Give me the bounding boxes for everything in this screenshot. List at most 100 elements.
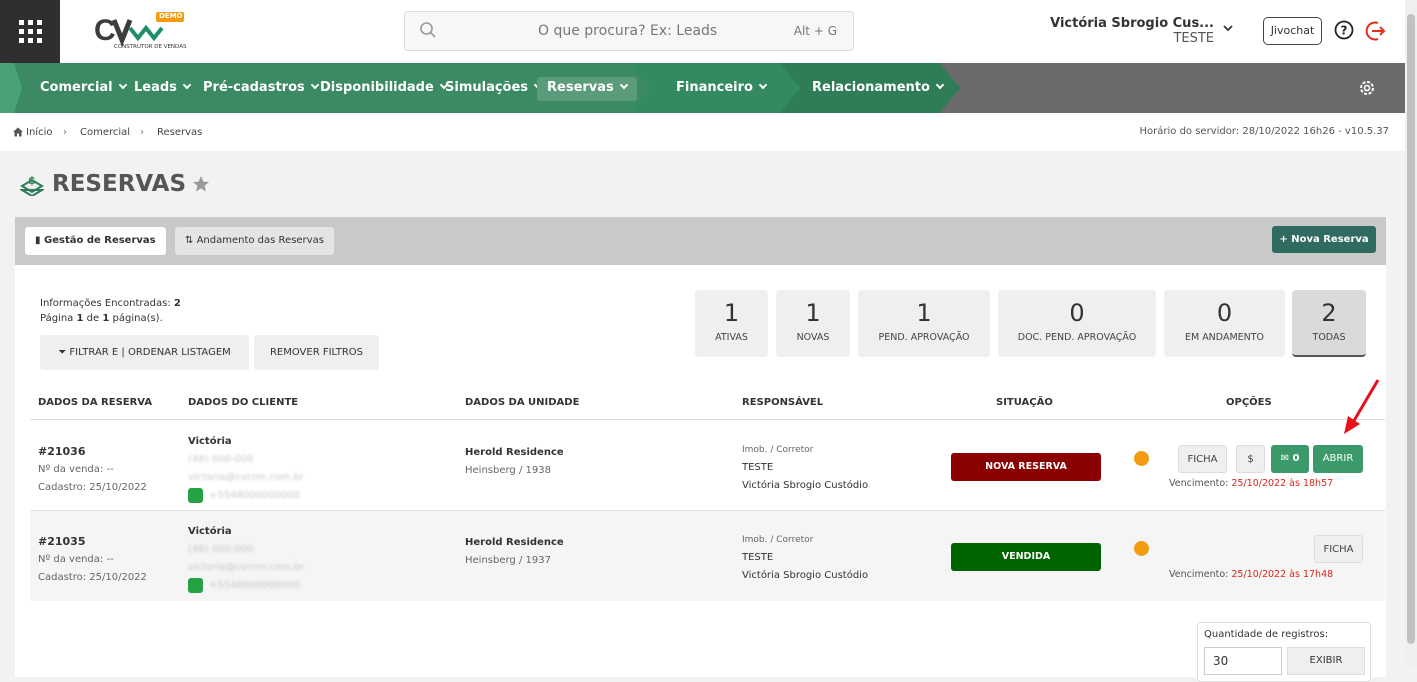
card-todas[interactable]: 2 TODAS xyxy=(1292,290,1366,357)
user-menu[interactable]: Victória Sbrogio Cus... TESTE xyxy=(1050,16,1214,46)
card-value: 2 xyxy=(1321,299,1337,327)
card-label: NOVAS xyxy=(796,332,830,343)
whatsapp-icon[interactable] xyxy=(188,487,203,503)
chat-button[interactable]: ✉ 0 xyxy=(1271,445,1309,473)
client-email: victoria@cvcrm.com.br xyxy=(188,472,305,483)
client-email: victoria@cvcrm.com.br xyxy=(188,562,305,573)
chevron-down-icon xyxy=(619,80,629,90)
breadcrumb-home[interactable]: Início xyxy=(26,127,52,138)
search-placeholder: O que procura? Ex: Leads xyxy=(538,23,718,39)
card-novas[interactable]: 1 NOVAS xyxy=(776,290,850,357)
logo-text: CV xyxy=(92,10,93,11)
scrollbar[interactable] xyxy=(1405,0,1417,668)
nav-leads[interactable]: Leads xyxy=(134,77,192,101)
reservation-id[interactable]: #21035 xyxy=(38,533,147,551)
search-icon xyxy=(420,22,436,38)
nav-financeiro[interactable]: Financeiro xyxy=(676,77,768,101)
logout-icon[interactable] xyxy=(1365,20,1387,42)
nav-comercial[interactable]: Comercial xyxy=(40,77,127,101)
button-label: FILTRAR E | ORDENAR LISTAGEM xyxy=(69,347,231,358)
ficha-button[interactable]: FICHA xyxy=(1178,445,1227,473)
unit-detail: Heinsberg / 1937 xyxy=(465,555,551,566)
col-opcoes: OPÇÕES xyxy=(1226,397,1272,408)
page-prefix: Página xyxy=(40,313,74,324)
nav-relacionamento[interactable]: Relacionamento xyxy=(812,77,945,101)
found-label: Informações Encontradas: xyxy=(40,298,171,309)
star-icon[interactable] xyxy=(192,175,210,193)
nav-simulacoes[interactable]: Simulações xyxy=(445,77,543,101)
user-role: TESTE xyxy=(1173,31,1214,46)
card-ativas[interactable]: 1 ATIVAS xyxy=(695,290,768,357)
nav-label: Disponibilidade xyxy=(320,80,434,95)
home-icon[interactable] xyxy=(13,127,23,140)
tab-gestao-reservas[interactable]: ▮ Gestão de Reservas xyxy=(25,227,166,255)
remove-filters-button[interactable]: REMOVER FILTROS xyxy=(254,335,379,370)
tab-label: Gestão de Reservas xyxy=(44,235,156,246)
svg-text:$: $ xyxy=(28,174,36,187)
breadcrumb-separator-icon: › xyxy=(140,127,144,138)
table-row: #21035 Nº da venda: -- Cadastro: 25/10/2… xyxy=(30,511,1385,601)
chevron-down-icon xyxy=(118,80,127,90)
filter-button[interactable]: ⏷ FILTRAR E | ORDENAR LISTAGEM xyxy=(40,335,249,370)
table-row: #21036 Nº da venda: -- Cadastro: 25/10/2… xyxy=(30,421,1385,511)
page-suffix: página(s). xyxy=(112,313,163,324)
open-button[interactable]: ABRIR xyxy=(1313,445,1363,473)
jivochat-button[interactable]: Jivochat xyxy=(1263,17,1322,45)
card-doc-pend-aprovacao[interactable]: 0 DOC. PEND. APROVAÇÃO xyxy=(998,290,1156,357)
breadcrumb-separator-icon: › xyxy=(63,127,67,138)
comments-icon: ✉ xyxy=(1280,453,1289,464)
logo-badge: DEMO xyxy=(159,12,183,20)
nav-pre-cadastros[interactable]: Pré-cadastros xyxy=(203,77,319,101)
reservation-id[interactable]: #21036 xyxy=(38,443,147,461)
page-total: 1 xyxy=(102,313,110,324)
client-whatsapp: +5548000000000 xyxy=(209,490,301,501)
chevron-down-icon xyxy=(935,80,945,90)
card-em-andamento[interactable]: 0 EM ANDAMENTO xyxy=(1164,290,1285,357)
resp-imob: TESTE xyxy=(742,552,774,563)
col-cliente: DADOS DO CLIENTE xyxy=(188,397,299,408)
due-date: Vencimento: 25/10/2022 às 17h48 xyxy=(1169,569,1333,580)
new-reservation-button[interactable]: + Nova Reserva xyxy=(1272,226,1376,253)
scrollbar-thumb[interactable] xyxy=(1407,14,1415,644)
card-label: DOC. PEND. APROVAÇÃO xyxy=(1017,332,1137,343)
resp-label: Imob. / Corretor xyxy=(742,445,814,455)
red-arrow-annotation xyxy=(1344,379,1380,434)
resp-imob: TESTE xyxy=(742,462,774,473)
money-button[interactable]: $ xyxy=(1236,445,1265,473)
apps-menu-button[interactable] xyxy=(0,0,60,63)
status-badge: NOVA RESERVA xyxy=(951,453,1101,481)
panel-tabs: ▮ Gestão de Reservas ⇅ Andamento das Res… xyxy=(15,217,1386,265)
status-badge: VENDIDA xyxy=(951,543,1101,571)
ficha-button[interactable]: FICHA xyxy=(1314,535,1363,563)
gear-icon[interactable] xyxy=(1357,78,1377,98)
breadcrumb-reservas: Reservas xyxy=(157,127,203,138)
due-value: 25/10/2022 às 18h57 xyxy=(1231,478,1334,489)
page-mid: de xyxy=(86,313,100,324)
col-situacao: SITUAÇÃO xyxy=(996,397,1053,408)
client-name: Victória xyxy=(188,436,232,447)
search-input[interactable]: O que procura? Ex: Leads Alt + G xyxy=(404,11,854,51)
quantity-input[interactable]: 30 xyxy=(1204,647,1282,675)
page-title-block: $ RESERVAS xyxy=(20,171,210,197)
reservations-panel: ▮ Gestão de Reservas ⇅ Andamento das Res… xyxy=(15,217,1386,682)
due-label: Vencimento: xyxy=(1169,569,1229,580)
page-title: RESERVAS xyxy=(52,171,187,197)
chevron-down-icon[interactable] xyxy=(1222,24,1234,34)
tab-andamento-reservas[interactable]: ⇅ Andamento das Reservas xyxy=(175,227,334,255)
nav-reservas[interactable]: Reservas xyxy=(537,77,637,101)
logo[interactable]: C DEMO CONSTRUTOR DE VENDAS CV xyxy=(92,10,192,54)
nav-label: Relacionamento xyxy=(812,80,930,95)
nav-label: Reservas xyxy=(547,80,614,95)
show-button[interactable]: EXIBIR xyxy=(1287,647,1365,675)
card-pend-aprovacao[interactable]: 1 PEND. APROVAÇÃO xyxy=(858,290,990,357)
due-label: Vencimento: xyxy=(1169,478,1229,489)
help-icon[interactable]: ? xyxy=(1334,20,1354,40)
breadcrumb-comercial[interactable]: Comercial xyxy=(80,127,130,138)
result-info: Informações Encontradas: 2 Página 1 de 1… xyxy=(40,296,181,326)
bookmark-icon: ▮ xyxy=(35,235,41,246)
svg-text:C: C xyxy=(94,14,116,47)
whatsapp-icon[interactable] xyxy=(188,577,203,593)
chevron-down-icon xyxy=(310,80,319,90)
button-label: Nova Reserva xyxy=(1291,234,1369,245)
nav-disponibilidade[interactable]: Disponibilidade xyxy=(320,77,449,101)
